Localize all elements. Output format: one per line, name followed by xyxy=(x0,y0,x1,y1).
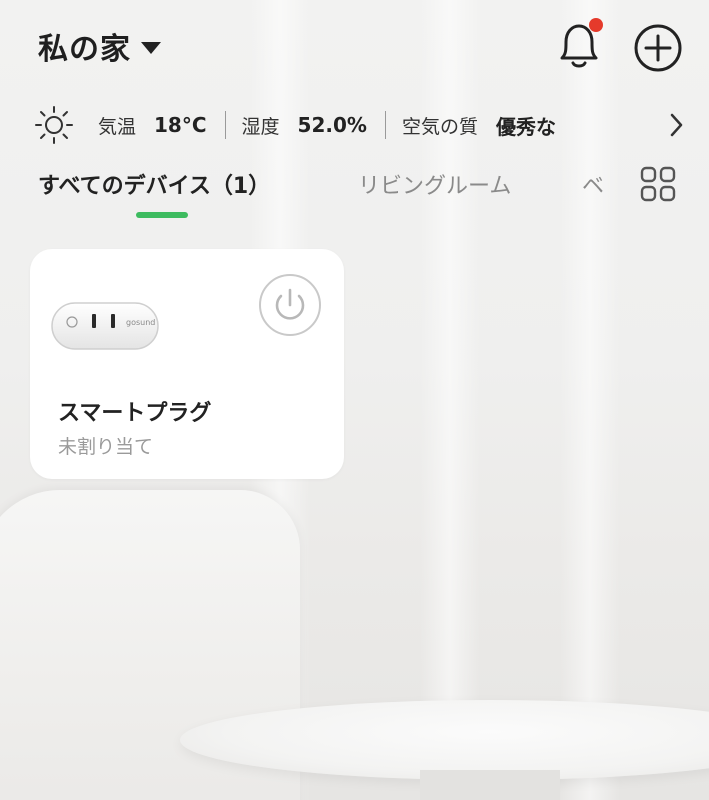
active-tab-indicator xyxy=(136,212,188,218)
plus-circle-icon xyxy=(634,24,682,72)
device-room: 未割り当て xyxy=(58,436,154,458)
tab-all-devices[interactable]: すべてのデバイス（1） xyxy=(38,168,270,200)
header: 私の家 xyxy=(0,0,709,92)
air-quality-value: 優秀な xyxy=(495,114,556,139)
humidity-label: 湿度 xyxy=(241,115,280,138)
add-device-button[interactable] xyxy=(633,23,683,73)
home-selector[interactable]: 私の家 xyxy=(38,24,161,68)
smart-plug-image: gosund xyxy=(51,302,159,350)
divider xyxy=(384,111,386,139)
device-name: スマートプラグ xyxy=(58,401,212,426)
chevron-right-icon[interactable] xyxy=(666,111,686,139)
device-card[interactable]: gosund スマートプラグ 未割り当て xyxy=(30,249,344,479)
tab-living-room[interactable]: リビングルーム xyxy=(358,168,511,200)
humidity-value: 52.0% xyxy=(297,113,367,137)
room-tabs: すべてのデバイス（1） リビングルーム ベ xyxy=(0,160,709,224)
temperature-label: 気温 xyxy=(98,115,137,138)
home-screen: 私の家 気温 18°C 湿度 52.0% 空気の質 優秀な すべてのデバイス（1… xyxy=(0,0,709,800)
power-icon xyxy=(259,274,321,336)
divider xyxy=(224,111,226,139)
notifications-button[interactable] xyxy=(553,18,605,72)
plug-brand-text: gosund xyxy=(126,318,155,327)
notification-badge xyxy=(589,18,603,32)
home-title: 私の家 xyxy=(38,32,131,67)
tab-bedroom[interactable]: ベ xyxy=(582,168,604,200)
caret-down-icon xyxy=(141,42,161,54)
air-quality-label: 空気の質 xyxy=(401,115,478,138)
temperature-value: 18°C xyxy=(154,113,207,137)
weather-bar[interactable]: 気温 18°C 湿度 52.0% 空気の質 優秀な xyxy=(34,105,684,145)
grid-view-icon[interactable] xyxy=(640,166,676,202)
sun-icon xyxy=(35,106,73,144)
power-toggle-button[interactable] xyxy=(258,273,322,337)
